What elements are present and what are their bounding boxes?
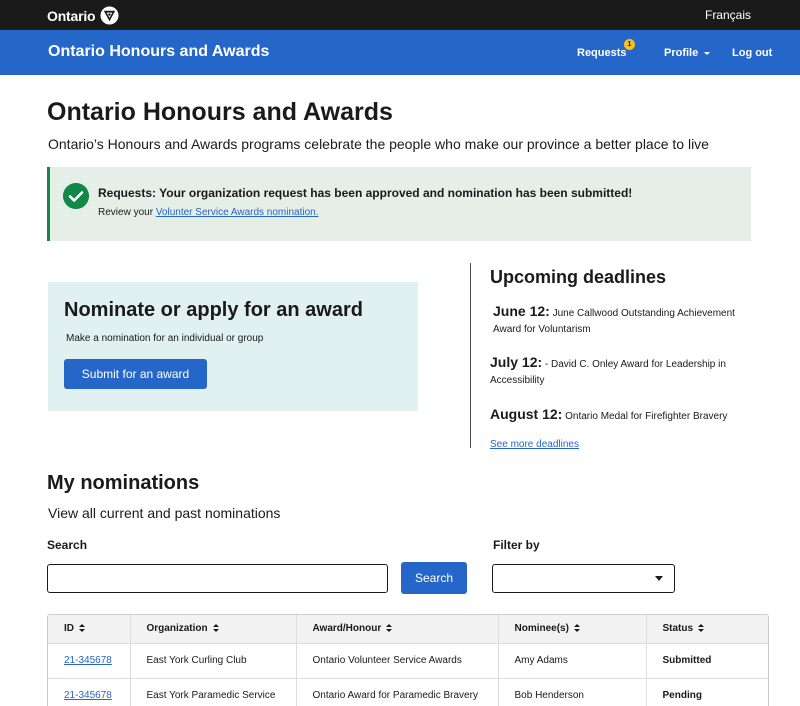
app-header: Ontario Honours and Awards Requests 1 Pr… [0, 30, 800, 75]
success-alert: Requests: Your organization request has … [47, 167, 751, 241]
nominee-cell: Bob Henderson [498, 677, 647, 706]
award-cell: Ontario Volunteer Service Awards [296, 642, 499, 678]
dropdown-caret-icon [655, 576, 663, 581]
government-bar: Ontario Français [0, 0, 800, 30]
table-header-row: ID Organization Award/Honour Nominee(s) … [48, 615, 768, 643]
nominate-card-text: Make a nomination for an individual or g… [66, 333, 264, 344]
award-cell: Ontario Award for Paramedic Bravery [296, 677, 499, 706]
organization-cell: East York Paramedic Service [130, 677, 297, 706]
search-button[interactable]: Search [401, 562, 467, 594]
deadline-item: August 12: Ontario Medal for Firefighter… [490, 406, 755, 425]
filter-label: Filter by [493, 538, 540, 552]
organization-cell: East York Curling Club [130, 642, 297, 678]
sort-icon[interactable] [573, 624, 580, 633]
alert-title: Requests: Your organization request has … [98, 186, 633, 200]
table-row: 21-345678 East York Curling Club Ontario… [48, 642, 768, 678]
nominations-table: ID Organization Award/Honour Nominee(s) … [47, 614, 769, 706]
deadline-item: June 12: June Callwood Outstanding Achie… [493, 303, 755, 338]
search-input[interactable] [47, 564, 388, 593]
nominations-title: My nominations [47, 472, 200, 494]
language-toggle-link[interactable]: Français [705, 8, 751, 22]
deadline-date: August 12: [490, 406, 563, 422]
deadline-date: July 12: [490, 354, 543, 370]
ontario-logo-link[interactable]: Ontario [47, 6, 119, 25]
nomination-id-link[interactable]: 21-345678 [64, 690, 112, 701]
deadline-text: Ontario Medal for Firefighter Bravery [562, 411, 728, 422]
status-cell: Pending [646, 677, 768, 706]
ontario-trillium-icon [100, 6, 119, 25]
column-header-nominees[interactable]: Nominee(s) [498, 615, 647, 643]
brand-name: Ontario [47, 7, 96, 24]
filter-select[interactable] [492, 564, 675, 593]
nominee-cell: Amy Adams [498, 642, 647, 678]
deadline-date: June 12: [493, 303, 550, 319]
status-cell: Submitted [646, 642, 768, 678]
nominate-card: Nominate or apply for an award Make a no… [48, 282, 418, 411]
nav-profile-label: Profile [664, 47, 699, 59]
column-header-status[interactable]: Status [646, 615, 768, 643]
page-title: Ontario Honours and Awards [47, 98, 393, 126]
alert-body: Review your Volunter Service Awards nomi… [98, 207, 319, 218]
sort-icon[interactable] [386, 624, 393, 633]
deadlines-title: Upcoming deadlines [490, 267, 667, 287]
alert-body-text: Review your [98, 207, 156, 218]
table-row: 21-345678 East York Paramedic Service On… [48, 677, 768, 706]
column-header-id[interactable]: ID [48, 615, 131, 643]
nav-profile-menu[interactable]: Profile [664, 47, 711, 59]
sort-icon[interactable] [79, 624, 85, 633]
chevron-down-icon [704, 51, 711, 55]
nominate-card-title: Nominate or apply for an award [64, 299, 363, 321]
section-divider [470, 263, 471, 448]
checkmark-circle-icon [63, 183, 89, 209]
search-label: Search [47, 538, 88, 552]
requests-count-badge: 1 [624, 39, 635, 50]
page-subtitle: Ontario’s Honours and Awards programs ce… [48, 136, 709, 152]
nomination-review-link[interactable]: Volunter Service Awards nomination. [156, 207, 319, 218]
sort-icon[interactable] [212, 624, 219, 633]
deadline-item: July 12: - David C. Onley Award for Lead… [490, 354, 755, 389]
see-more-deadlines-link[interactable]: See more deadlines [490, 439, 579, 450]
nav-logout-link[interactable]: Log out [732, 47, 772, 59]
nominations-subtitle: View all current and past nominations [48, 505, 281, 521]
column-header-organization[interactable]: Organization [130, 615, 297, 643]
submit-award-button[interactable]: Submit for an award [64, 359, 207, 389]
column-header-award[interactable]: Award/Honour [296, 615, 499, 643]
nomination-id-link[interactable]: 21-345678 [64, 655, 112, 666]
nav-requests-link[interactable]: Requests [577, 47, 627, 59]
sort-icon[interactable] [698, 624, 705, 633]
app-title[interactable]: Ontario Honours and Awards [48, 43, 269, 61]
